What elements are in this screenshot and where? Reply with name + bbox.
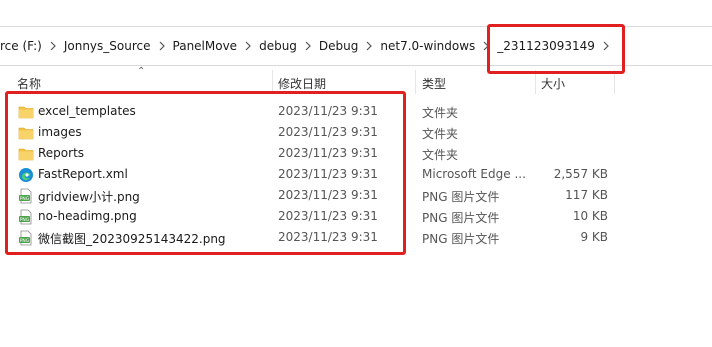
column-divider[interactable] (415, 70, 416, 94)
column-header-type[interactable]: 类型 (422, 75, 446, 92)
file-type: 文件夹 (422, 106, 459, 120)
column-header-name[interactable]: 名称 (17, 75, 41, 92)
column-header-date[interactable]: 修改日期 (278, 75, 326, 92)
breadcrumb-item-panelmove[interactable]: PanelMove (168, 39, 243, 53)
file-type: PNG 图片文件 (422, 190, 500, 204)
chevron-right-icon[interactable] (363, 41, 375, 51)
chevron-right-icon[interactable] (156, 41, 168, 51)
breadcrumb-item-jonnys-source[interactable]: Jonnys_Source (59, 39, 156, 53)
file-size: 117 KB (565, 188, 608, 202)
file-type: PNG 图片文件 (422, 211, 500, 225)
breadcrumb-item-drive[interactable]: rce (F:) (0, 39, 47, 53)
file-type: Microsoft Edge ... (422, 167, 526, 181)
chevron-right-icon[interactable] (302, 41, 314, 51)
breadcrumb-item-debug-2[interactable]: Debug (314, 39, 363, 53)
breadcrumb-item-debug[interactable]: debug (254, 39, 302, 53)
breadcrumb-item-net7[interactable]: net7.0-windows (375, 39, 480, 53)
file-type: 文件夹 (422, 148, 459, 162)
file-size: 2,557 KB (553, 167, 608, 181)
annotation-box-folder-name (487, 24, 625, 74)
chevron-right-icon[interactable] (242, 41, 254, 51)
annotation-box-file-list (5, 91, 406, 255)
file-type: PNG 图片文件 (422, 232, 500, 246)
sort-ascending-icon: ⌃ (137, 66, 146, 77)
chevron-right-icon[interactable] (47, 41, 59, 51)
file-explorer: rce (F:) Jonnys_Source PanelMove debug D… (0, 0, 712, 347)
file-size: 10 KB (572, 209, 608, 223)
column-header-size[interactable]: 大小 (541, 75, 565, 92)
file-type: 文件夹 (422, 127, 459, 141)
file-size: 9 KB (580, 230, 608, 244)
